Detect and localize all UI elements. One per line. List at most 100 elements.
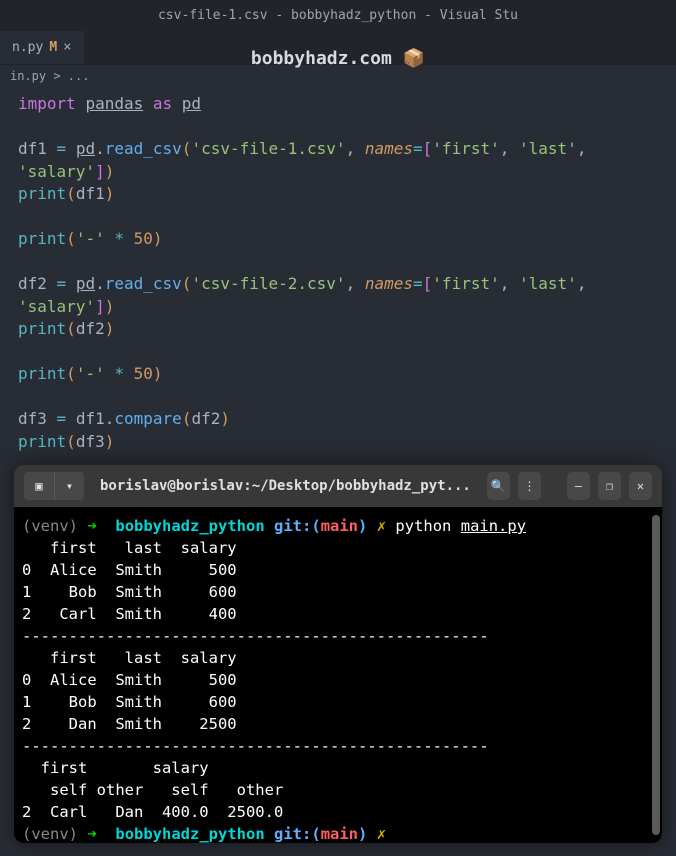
terminal-profile-group: ▣ ▾: [24, 472, 84, 500]
dot: .: [105, 409, 115, 428]
var-df1: df1: [18, 139, 47, 158]
terminal-body[interactable]: (venv) ➜ bobbyhadz_python git:(main) ✗ p…: [14, 507, 662, 843]
fn-readcsv: read_csv: [105, 139, 182, 158]
minimize-button[interactable]: —: [567, 472, 590, 500]
str-file1: 'csv-file-1.csv': [191, 139, 345, 158]
op-mul: *: [114, 364, 124, 383]
str-last: 'last': [519, 139, 577, 158]
arg-df2: df2: [76, 319, 105, 338]
fn-compare: compare: [114, 409, 181, 428]
param-names: names: [365, 139, 413, 158]
tab-main-py[interactable]: n.py M ×: [0, 31, 84, 64]
paren-close: ): [105, 432, 115, 451]
paren-close: ): [105, 184, 115, 203]
dirty-icon: ✗: [377, 517, 386, 535]
terminal-icon[interactable]: ▣: [24, 472, 54, 500]
str-last: 'last': [519, 274, 577, 293]
git-close: ): [358, 517, 367, 535]
comma3: ,: [577, 274, 587, 293]
terminal-window: ▣ ▾ borislav@borislav:~/Desktop/bobbyhad…: [14, 465, 662, 843]
paren-close: ): [105, 162, 115, 181]
fn-print: print: [18, 229, 66, 248]
terminal-title: borislav@borislav:~/Desktop/bobbyhadz_py…: [92, 478, 479, 494]
output-row: 1 Bob Smith 600: [22, 693, 237, 711]
param-names: names: [365, 274, 413, 293]
op-eq: =: [57, 274, 67, 293]
comma3: ,: [577, 139, 587, 158]
fn-print: print: [18, 319, 66, 338]
arg-df1: df1: [76, 184, 105, 203]
search-icon[interactable]: 🔍: [487, 472, 510, 500]
arrow-icon: ➜: [87, 517, 96, 535]
output-header3: first salary: [22, 759, 283, 777]
output-dash: ----------------------------------------…: [22, 627, 489, 645]
comma2: ,: [500, 139, 510, 158]
maximize-button[interactable]: ❐: [598, 472, 621, 500]
paren-open: (: [66, 364, 76, 383]
paren-open: (: [182, 274, 192, 293]
paren-close: ): [220, 409, 230, 428]
fn-print: print: [18, 364, 66, 383]
bracket-close: ]: [95, 297, 105, 316]
op-eq2: =: [413, 274, 423, 293]
paren-close: ): [153, 364, 163, 383]
ref-df1: df1: [76, 409, 105, 428]
ref-pd: pd: [76, 274, 95, 293]
kw-import: import: [18, 94, 76, 113]
editor-tabs: n.py M ×: [0, 30, 676, 65]
breadcrumb[interactable]: in.py > ...: [0, 65, 676, 87]
paren-open: (: [182, 139, 192, 158]
dot: .: [95, 274, 105, 293]
menu-icon[interactable]: ⋮: [518, 472, 541, 500]
close-icon[interactable]: ×: [63, 39, 71, 55]
output-row: 2 Carl Smith 400: [22, 605, 237, 623]
fn-print: print: [18, 432, 66, 451]
arrow-icon: ➜: [87, 825, 96, 843]
code-editor[interactable]: import pandas as pd df1 = pd.read_csv('c…: [0, 87, 676, 459]
paren-close: ): [105, 319, 115, 338]
dirty-icon: ✗: [377, 825, 386, 843]
scrollbar-thumb[interactable]: [652, 515, 660, 835]
bracket-open: [: [423, 274, 433, 293]
output-row: 0 Alice Smith 500: [22, 671, 237, 689]
op-eq: =: [57, 139, 67, 158]
var-df3: df3: [18, 409, 47, 428]
breadcrumb-text: in.py > ...: [10, 69, 89, 83]
paren-close: ): [105, 297, 115, 316]
op-eq: =: [57, 409, 67, 428]
bracket-open: [: [423, 139, 433, 158]
dot: .: [95, 139, 105, 158]
modified-indicator: M: [49, 40, 57, 55]
str-dash: '-': [76, 229, 105, 248]
close-button[interactable]: ✕: [629, 472, 652, 500]
ref-pd: pd: [76, 139, 95, 158]
venv: (venv): [22, 825, 78, 843]
git-close: ): [358, 825, 367, 843]
str-salary: 'salary': [18, 162, 95, 181]
fn-readcsv: read_csv: [105, 274, 182, 293]
var-df2: df2: [18, 274, 47, 293]
paren-open: (: [66, 229, 76, 248]
paren-open: (: [66, 432, 76, 451]
venv: (venv): [22, 517, 78, 535]
arg-df2: df2: [191, 409, 220, 428]
comma: ,: [346, 139, 356, 158]
paren-open: (: [66, 319, 76, 338]
git-label: git:(: [274, 825, 321, 843]
str-dash: '-': [76, 364, 105, 383]
output-header2: first last salary: [22, 649, 237, 667]
output-header1: first last salary: [22, 539, 237, 557]
paren-open: (: [66, 184, 76, 203]
git-branch: main: [321, 825, 358, 843]
output-row: 2 Carl Dan 400.0 2500.0: [22, 803, 283, 821]
str-first: 'first': [432, 139, 499, 158]
paren-open: (: [182, 409, 192, 428]
output-row: 0 Alice Smith 500: [22, 561, 237, 579]
paren-close: ): [153, 229, 163, 248]
bracket-close: ]: [95, 162, 105, 181]
chevron-down-icon[interactable]: ▾: [54, 472, 84, 500]
kw-as: as: [153, 94, 172, 113]
cmd-arg: main.py: [461, 517, 526, 535]
terminal-header: ▣ ▾ borislav@borislav:~/Desktop/bobbyhad…: [14, 465, 662, 507]
git-label: git:(: [274, 517, 321, 535]
